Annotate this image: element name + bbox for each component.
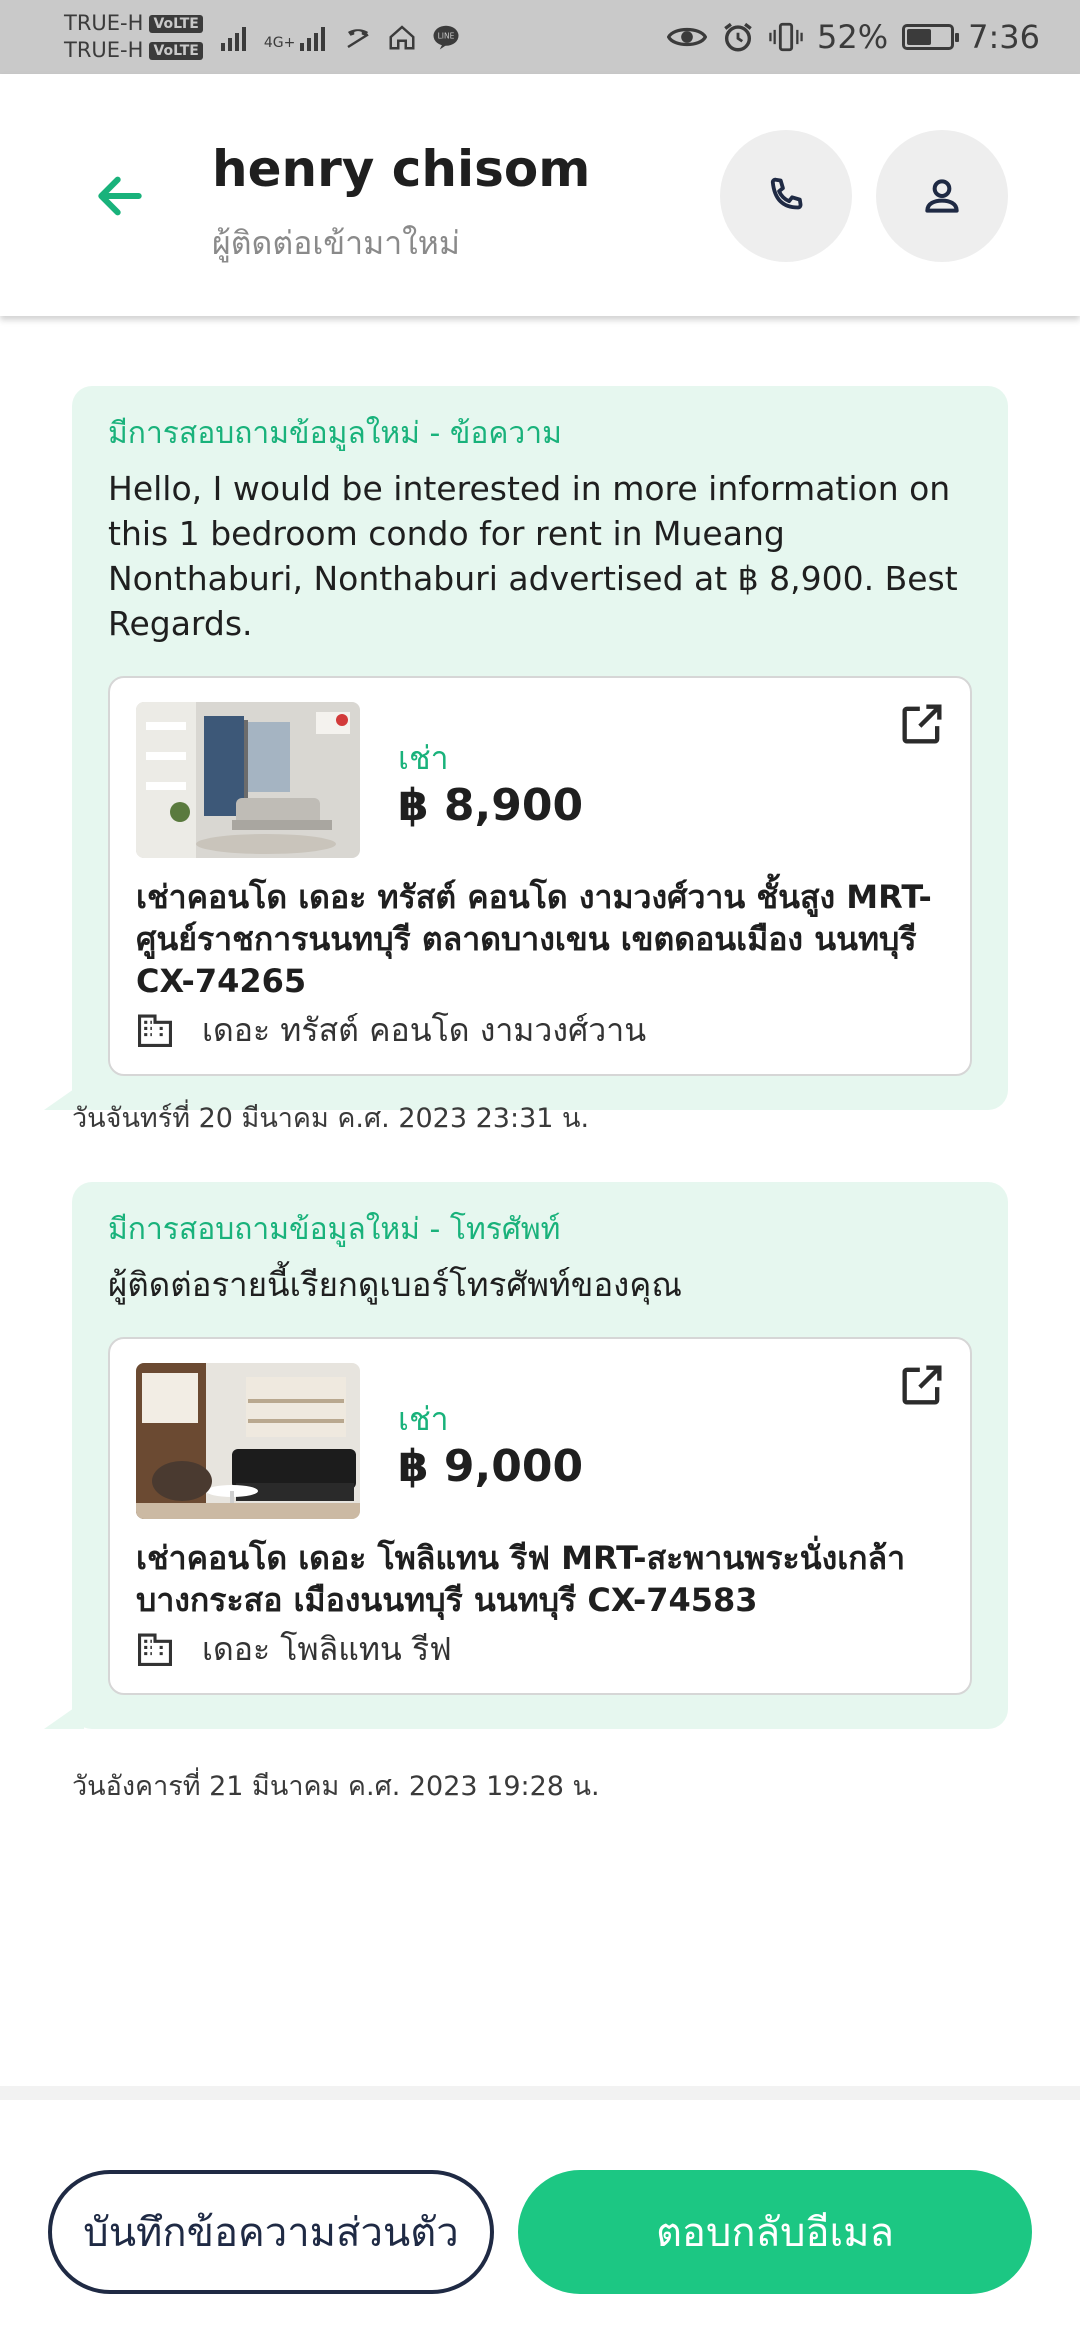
notification-icons: LINE: [343, 22, 461, 52]
listing-project-name: เดอะ ทรัสต์ คอนโด งามวงศ์วาน: [202, 1011, 647, 1049]
phone-icon: [770, 177, 803, 210]
battery-percent: 52%: [817, 18, 889, 56]
arrow-left-icon: [98, 176, 142, 216]
call-button[interactable]: [720, 130, 852, 262]
signal-icon-1: [220, 23, 246, 51]
building-icon: [136, 1012, 176, 1048]
clock: 7:36: [968, 18, 1040, 56]
message-bubble-1: มีการสอบถามข้อมูลใหม่ - ข้อความ Hello, I…: [44, 386, 1008, 1110]
contact-name: henry chisom: [212, 140, 591, 198]
bubble-tail: [44, 1701, 84, 1729]
carrier-1-name: TRUE-H: [64, 11, 144, 35]
back-button[interactable]: [88, 164, 152, 228]
message-text: ผู้ติดต่อรายนี้เรียกดูเบอร์โทรศัพท์ของคุ…: [108, 1265, 682, 1304]
private-note-button[interactable]: บันทึกข้อความส่วนตัว: [48, 2170, 494, 2294]
carrier-2-name: TRUE-H: [64, 38, 144, 62]
listing-price: ฿ 9,000: [398, 1441, 584, 1492]
listing-card-top: เช่า ฿ 8,900: [136, 702, 944, 858]
carrier-1: TRUE-H VoLTE: [64, 10, 203, 37]
carrier-2: TRUE-H VoLTE: [64, 37, 203, 64]
listing-photo-1: [136, 702, 360, 858]
alarm-icon: [724, 22, 752, 52]
vibrate-icon: [769, 22, 803, 52]
battery-fill: [907, 29, 932, 45]
open-external-icon: [902, 1365, 942, 1405]
contact-subtitle: ผู้ติดต่อเข้ามาใหม่: [212, 224, 460, 262]
listing-title: เช่าคอนโด เดอะ ทรัสต์ คอนโด งามวงศ์วาน ช…: [136, 878, 932, 1000]
battery-icon: [902, 24, 960, 50]
building-icon: [136, 1631, 176, 1667]
network-type: 4G+: [263, 35, 296, 51]
open-external-button[interactable]: [896, 1359, 948, 1411]
message-timestamp-1: วันจันทร์ที่ 20 มีนาคม ค.ศ. 2023 23:31 น…: [72, 1103, 590, 1134]
listing-card-1[interactable]: เช่า ฿ 8,900 เช่าคอนโด เดอะ ทรัสต์ คอนโด…: [108, 676, 972, 1076]
listing-project: เดอะ ทรัสต์ คอนโด งามวงศ์วาน: [136, 1008, 944, 1052]
listing-type: เช่า: [398, 739, 449, 777]
listing-card-2[interactable]: เช่า ฿ 9,000 เช่าคอนโด เดอะ โพลิแทน รีฟ …: [108, 1337, 972, 1695]
listing-project: เดอะ โพลิแทน รีฟ: [136, 1627, 944, 1671]
listing-photo-2: [136, 1363, 360, 1519]
volte-badge-2: VoLTE: [149, 41, 203, 60]
listing-project-name: เดอะ โพลิแทน รีฟ: [202, 1630, 452, 1668]
line-app-icon: LINE: [433, 25, 459, 50]
status-right: 52% 7:36: [667, 18, 1040, 56]
message-label: มีการสอบถามข้อมูลใหม่ - ข้อความ: [108, 416, 562, 451]
open-external-button[interactable]: [896, 698, 948, 750]
status-bar: TRUE-H VoLTE TRUE-H VoLTE 4G+ LINE 52% 7…: [0, 0, 1080, 74]
listing-title: เช่าคอนโด เดอะ โพลิแทน รีฟ MRT-สะพานพระน…: [136, 1539, 906, 1619]
app-header: henry chisom ผู้ติดต่อเข้ามาใหม่: [0, 74, 1080, 316]
status-left: TRUE-H VoLTE TRUE-H VoLTE 4G+ LINE: [64, 10, 461, 64]
person-icon: [925, 179, 959, 213]
message-text: Hello, I would be interested in more inf…: [108, 469, 958, 643]
listing-type: เช่า: [398, 1400, 449, 1438]
listing-card-top: เช่า ฿ 9,000: [136, 1363, 944, 1519]
volte-badge-1: VoLTE: [149, 14, 203, 33]
message-label: มีการสอบถามข้อมูลใหม่ - โทรศัพท์: [108, 1212, 561, 1247]
listing-price: ฿ 8,900: [398, 780, 584, 831]
message-bubble-2: มีการสอบถามข้อมูลใหม่ - โทรศัพท์ ผู้ติดต…: [44, 1182, 1008, 1729]
open-external-icon: [902, 704, 942, 744]
carrier-info: TRUE-H VoLTE TRUE-H VoLTE: [64, 10, 203, 64]
no-call-icon: [347, 29, 370, 49]
signal-icon-2: 4G+: [264, 23, 326, 51]
reply-email-button[interactable]: ตอบกลับอีเมล: [518, 2170, 1032, 2294]
home-icon: [389, 25, 415, 50]
svg-text:LINE: LINE: [438, 31, 455, 40]
bottom-action-bar: บันทึกข้อความส่วนตัว ตอบกลับอีเมล: [0, 2086, 1080, 2340]
message-timestamp-2: วันอังคารที่ 21 มีนาคม ค.ศ. 2023 19:28 น…: [72, 1771, 600, 1802]
listing-price-block: เช่า ฿ 9,000: [398, 1399, 583, 1495]
eye-icon: [667, 27, 708, 47]
listing-price-block: เช่า ฿ 8,900: [398, 738, 583, 834]
profile-button[interactable]: [876, 130, 1008, 262]
